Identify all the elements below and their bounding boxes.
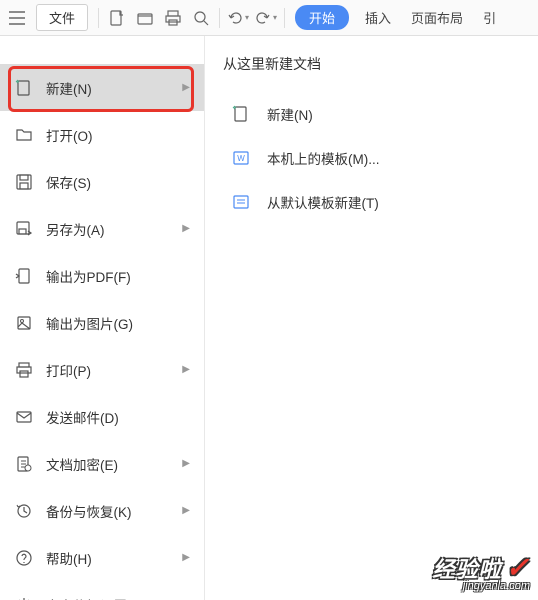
menu-item-export-image[interactable]: 输出为图片(G)	[0, 299, 204, 346]
menu-label: 另存为(A)	[46, 219, 182, 239]
open-icon[interactable]	[132, 5, 158, 31]
toolbar-divider	[98, 8, 99, 28]
hamburger-menu[interactable]	[4, 5, 30, 31]
encrypt-icon	[14, 454, 34, 474]
help-icon	[14, 548, 34, 568]
preview-icon[interactable]	[188, 5, 214, 31]
template-default-icon	[231, 192, 251, 212]
folder-icon	[14, 125, 34, 145]
panel-item-default-template[interactable]: 从默认模板新建(T)	[219, 180, 524, 224]
panel-title: 从这里新建文档	[219, 54, 524, 74]
panel-label: 从默认模板新建(T)	[267, 192, 379, 212]
menu-item-save[interactable]: 保存(S)	[0, 158, 204, 205]
print-icon[interactable]	[160, 5, 186, 31]
new-document-panel: 从这里新建文档 新建(N) W 本机上的模板(M)... 从默认模板新建(T)	[205, 36, 538, 600]
menu-item-help[interactable]: 帮助(H) ▶	[0, 534, 204, 581]
start-tab[interactable]: 开始	[295, 5, 349, 30]
chevron-down-icon: ▾	[245, 13, 249, 22]
chevron-right-icon: ▶	[182, 223, 190, 234]
menu-label: 新建(N)	[46, 78, 182, 98]
template-local-icon: W	[231, 148, 251, 168]
chevron-down-icon: ▾	[273, 13, 277, 22]
panel-item-new-blank[interactable]: 新建(N)	[219, 92, 524, 136]
chevron-right-icon: ▶	[182, 458, 190, 469]
redo-icon[interactable]: ▾	[253, 5, 279, 31]
file-menu-button[interactable]: 文件	[36, 4, 88, 31]
print-icon	[14, 360, 34, 380]
insert-tab[interactable]: 插入	[355, 5, 401, 30]
panel-item-local-template[interactable]: W 本机上的模板(M)...	[219, 136, 524, 180]
new-icon[interactable]	[104, 5, 130, 31]
save-as-icon	[14, 219, 34, 239]
reference-tab[interactable]: 引	[473, 5, 506, 30]
chevron-right-icon: ▶	[182, 82, 190, 93]
menu-item-export-pdf[interactable]: 输出为PDF(F)	[0, 252, 204, 299]
undo-icon[interactable]: ▾	[225, 5, 251, 31]
menu-label: 输出为图片(G)	[46, 313, 190, 333]
menu-label: 备份与恢复(K)	[46, 501, 182, 521]
backup-icon	[14, 501, 34, 521]
menu-label: 输出为PDF(F)	[46, 266, 190, 286]
panel-label: 本机上的模板(M)...	[267, 148, 380, 168]
save-icon	[14, 172, 34, 192]
menu-item-preferences[interactable]: 文字偏好设置(L)	[0, 581, 204, 600]
menu-item-encrypt[interactable]: 文档加密(E) ▶	[0, 440, 204, 487]
chevron-right-icon: ▶	[182, 552, 190, 563]
image-icon	[14, 313, 34, 333]
toolbar-divider	[219, 8, 220, 28]
pdf-icon	[14, 266, 34, 286]
menu-item-send-email[interactable]: 发送邮件(D)	[0, 393, 204, 440]
menu-label: 打开(O)	[46, 125, 190, 145]
menu-label: 打印(P)	[46, 360, 182, 380]
menu-item-new[interactable]: 新建(N) ▶	[0, 64, 204, 111]
chevron-right-icon: ▶	[182, 364, 190, 375]
content-area: 新建(N) ▶ 打开(O) 保存(S) 另存为(A) ▶ 输出为	[0, 36, 538, 600]
file-menu-sidebar: 新建(N) ▶ 打开(O) 保存(S) 另存为(A) ▶ 输出为	[0, 36, 205, 600]
menu-item-open[interactable]: 打开(O)	[0, 111, 204, 158]
menu-label: 文字偏好设置(L)	[46, 595, 190, 600]
menu-label: 文档加密(E)	[46, 454, 182, 474]
menu-label: 发送邮件(D)	[46, 407, 190, 427]
menu-item-save-as[interactable]: 另存为(A) ▶	[0, 205, 204, 252]
panel-label: 新建(N)	[267, 104, 313, 124]
chevron-right-icon: ▶	[182, 505, 190, 516]
menu-label: 帮助(H)	[46, 548, 182, 568]
toolbar-divider	[284, 8, 285, 28]
new-doc-icon	[14, 78, 34, 98]
mail-icon	[14, 407, 34, 427]
toolbar: 文件 ▾ ▾ 开始 插入 页面布局 引	[0, 0, 538, 36]
settings-icon	[14, 595, 34, 600]
menu-label: 保存(S)	[46, 172, 190, 192]
new-doc-icon	[231, 104, 251, 124]
menu-item-backup[interactable]: 备份与恢复(K) ▶	[0, 487, 204, 534]
menu-item-print[interactable]: 打印(P) ▶	[0, 346, 204, 393]
page-layout-tab[interactable]: 页面布局	[401, 5, 473, 30]
svg-text:W: W	[237, 154, 245, 163]
